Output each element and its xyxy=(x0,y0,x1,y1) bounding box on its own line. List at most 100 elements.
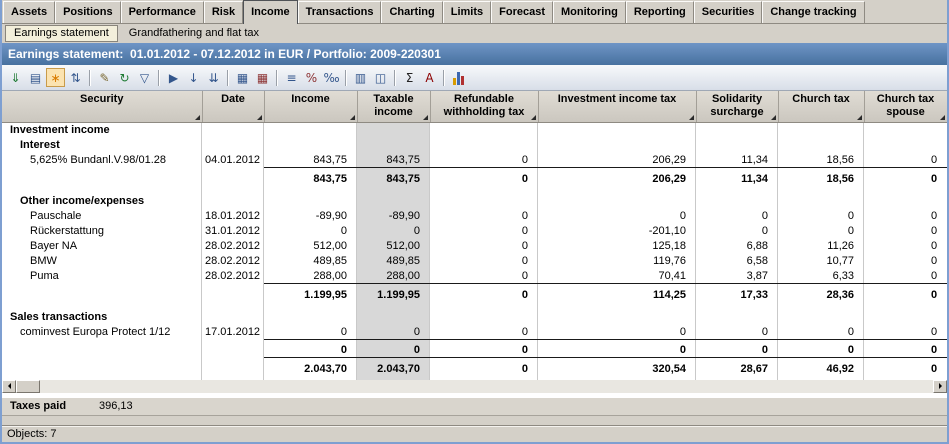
column-header-label: Investment income tax xyxy=(558,93,677,105)
tab-forecast[interactable]: Forecast xyxy=(491,1,553,23)
report-icon[interactable]: ▤ xyxy=(26,68,45,87)
sigma-icon[interactable]: Σ xyxy=(400,68,419,87)
table-row[interactable]: Bayer NA28.02.2012512,00512,000125,186,8… xyxy=(2,239,947,254)
column-filter-handle[interactable] xyxy=(689,115,694,120)
chart-icon[interactable] xyxy=(449,68,468,87)
sum-toggle-icon[interactable]: ∗ xyxy=(46,68,65,87)
value-cell: 0 xyxy=(864,254,947,269)
group-row[interactable]: Sales transactions xyxy=(2,310,947,325)
tab-transactions[interactable]: Transactions xyxy=(298,1,382,23)
column-header-label: Refundable withholding tax xyxy=(444,93,525,118)
value-cell: 0 xyxy=(430,168,538,186)
toolbar-separator xyxy=(227,70,229,86)
value-cell: 0 xyxy=(430,209,538,224)
value-cell: 0 xyxy=(357,340,430,358)
table-row[interactable]: Puma28.02.2012288,00288,00070,413,876,33… xyxy=(2,269,947,284)
tab-monitoring[interactable]: Monitoring xyxy=(553,1,626,23)
move-rows-icon[interactable]: ⇅ xyxy=(66,68,85,87)
column-filter-handle[interactable] xyxy=(771,115,776,120)
group-row[interactable]: Investment income xyxy=(2,123,947,138)
column-header-church-tax[interactable]: Church tax xyxy=(778,91,864,122)
column-header-date[interactable]: Date xyxy=(202,91,264,122)
column-filter-handle[interactable] xyxy=(350,115,355,120)
value-cell: 0 xyxy=(696,325,778,340)
column-header-label: Security xyxy=(80,93,123,105)
table-row[interactable]: Pauschale18.01.2012-89,90-89,9000000 xyxy=(2,209,947,224)
column-filter-handle[interactable] xyxy=(195,115,200,120)
subtotals-icon[interactable]: ≡ xyxy=(282,68,301,87)
column-filter-handle[interactable] xyxy=(857,115,862,120)
tab-limits[interactable]: Limits xyxy=(443,1,491,23)
value-cell: 0 xyxy=(430,153,538,168)
tab-performance[interactable]: Performance xyxy=(121,1,204,23)
taxes-paid-value: 396,13 xyxy=(99,400,133,412)
tab-assets[interactable]: Assets xyxy=(3,1,55,23)
value-cell: 18,56 xyxy=(778,153,864,168)
value-cell: 0 xyxy=(696,224,778,239)
table-row[interactable]: cominvest Europa Protect 1/1217.01.20120… xyxy=(2,325,947,340)
filter-icon[interactable]: ▽ xyxy=(135,68,154,87)
toolbar: ⇓▤∗⇅ ✎↻▽ ▶↓⇊ ▦▦ ≡%‰ ▥◫ ΣA xyxy=(2,65,947,91)
grid-sum-icon[interactable]: ▦ xyxy=(253,68,272,87)
date-cell: 28.02.2012 xyxy=(202,254,264,269)
column-filter-handle[interactable] xyxy=(423,115,428,120)
export-icon[interactable]: ⇓ xyxy=(6,68,25,87)
column-filter-handle[interactable] xyxy=(531,115,536,120)
font-icon[interactable]: A xyxy=(420,68,439,87)
tab-risk[interactable]: Risk xyxy=(204,1,243,23)
value-cell: 3,87 xyxy=(696,269,778,284)
value-cell: 489,85 xyxy=(264,254,357,269)
value-cell: 512,00 xyxy=(264,239,357,254)
tab-positions[interactable]: Positions xyxy=(55,1,121,23)
split-view-icon[interactable]: ◫ xyxy=(371,68,390,87)
value-cell: 0 xyxy=(430,358,538,376)
column-header-taxable-income[interactable]: Taxable income xyxy=(357,91,430,122)
group-label: Other income/expenses xyxy=(2,194,947,209)
value-cell: 843,75 xyxy=(264,153,357,168)
to-bottom-icon[interactable]: ⇊ xyxy=(204,68,223,87)
horizontal-scrollbar xyxy=(2,380,947,393)
column-header-church-tax-spouse[interactable]: Church tax spouse xyxy=(864,91,947,122)
value-cell: 0 xyxy=(430,224,538,239)
scrollbar-track[interactable] xyxy=(40,380,933,393)
tab-securities[interactable]: Securities xyxy=(694,1,763,23)
scroll-left-button[interactable] xyxy=(2,380,16,393)
percent-icon[interactable]: % xyxy=(302,68,321,87)
table-row[interactable]: BMW28.02.2012489,85489,850119,766,5810,7… xyxy=(2,254,947,269)
grid-icon[interactable]: ▦ xyxy=(233,68,252,87)
forward-icon[interactable]: ▶ xyxy=(164,68,183,87)
refresh-icon[interactable]: ↻ xyxy=(115,68,134,87)
table-row[interactable]: 5,625% Bundanl.V.98/01.2804.01.2012843,7… xyxy=(2,153,947,168)
table-row[interactable]: Rückerstattung31.01.2012000-201,10000 xyxy=(2,224,947,239)
subtab-grandfathering-and-flat-tax[interactable]: Grandfathering and flat tax xyxy=(121,26,267,41)
scroll-right-button[interactable] xyxy=(933,380,947,393)
tab-reporting[interactable]: Reporting xyxy=(626,1,694,23)
column-filter-handle[interactable] xyxy=(257,115,262,120)
tab-charting[interactable]: Charting xyxy=(381,1,442,23)
column-header-solidarity-surcharge[interactable]: Solidarity surcharge xyxy=(696,91,778,122)
column-filter-handle[interactable] xyxy=(940,115,945,120)
group-row[interactable]: Other income/expenses xyxy=(2,194,947,209)
scrollbar-thumb[interactable] xyxy=(16,380,40,393)
value-cell: 0 xyxy=(864,284,947,302)
permille-icon[interactable]: ‰ xyxy=(322,68,341,87)
column-header-label: Taxable income xyxy=(373,93,413,118)
subtab-earnings-statement[interactable]: Earnings statement xyxy=(5,25,118,42)
column-header-investment-income-tax[interactable]: Investment income tax xyxy=(538,91,696,122)
columns-icon[interactable]: ▥ xyxy=(351,68,370,87)
group-row[interactable]: Interest xyxy=(2,138,947,153)
spacer-cell xyxy=(2,186,947,194)
column-header-refundable-withholding-tax[interactable]: Refundable withholding tax xyxy=(430,91,538,122)
value-cell: 0 xyxy=(864,340,947,358)
toolbar-separator xyxy=(89,70,91,86)
column-header-income[interactable]: Income xyxy=(264,91,357,122)
security-cell: Bayer NA xyxy=(2,239,202,254)
tab-change-tracking[interactable]: Change tracking xyxy=(762,1,864,23)
tab-income[interactable]: Income xyxy=(243,0,298,24)
edit-layout-icon[interactable]: ✎ xyxy=(95,68,114,87)
value-cell: 6,33 xyxy=(778,269,864,284)
value-cell: 28,67 xyxy=(696,358,778,376)
value-cell: 0 xyxy=(864,358,947,376)
column-header-security[interactable]: Security xyxy=(2,91,202,122)
down-icon[interactable]: ↓ xyxy=(184,68,203,87)
